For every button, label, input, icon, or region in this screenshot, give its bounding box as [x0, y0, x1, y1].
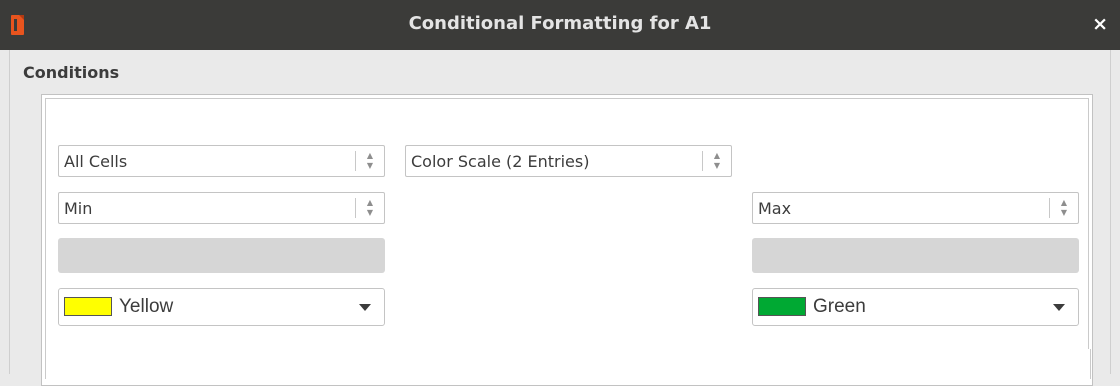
close-button[interactable]: × — [1092, 13, 1108, 35]
spin-separator — [355, 151, 356, 171]
color-swatch — [64, 297, 112, 316]
min-color-dropdown[interactable]: Yellow — [58, 288, 385, 326]
chevron-down-icon[interactable] — [359, 304, 371, 311]
window-border-left — [9, 50, 10, 374]
max-color-dropdown[interactable]: Green — [752, 288, 1079, 326]
window-title: Conditional Formatting for A1 — [408, 13, 712, 34]
format-type-select[interactable]: Color Scale (2 Entries) ▲ ▼ — [405, 145, 732, 177]
spin-separator — [702, 151, 703, 171]
min-color-name: Yellow — [119, 296, 174, 317]
range-select-value: All Cells — [64, 152, 128, 171]
conditions-heading: Conditions — [23, 63, 120, 82]
max-type-select[interactable]: Max ▲ ▼ — [752, 192, 1079, 224]
max-value-field — [752, 238, 1079, 273]
max-type-value: Max — [758, 199, 792, 218]
spin-separator — [1049, 198, 1050, 218]
window-border-right — [1110, 50, 1111, 374]
min-type-select[interactable]: Min ▲ ▼ — [58, 192, 385, 224]
spin-arrows-icon[interactable]: ▲ ▼ — [712, 151, 722, 171]
min-type-value: Min — [64, 199, 93, 218]
range-select[interactable]: All Cells ▲ ▼ — [58, 145, 385, 177]
spin-arrows-icon[interactable]: ▲ ▼ — [1059, 198, 1069, 218]
chevron-down-icon[interactable] — [1053, 304, 1065, 311]
condition-2-panel — [45, 349, 1091, 379]
format-type-value: Color Scale (2 Entries) — [411, 152, 590, 171]
color-swatch — [758, 297, 806, 316]
spin-separator — [355, 198, 356, 218]
max-color-name: Green — [813, 296, 866, 317]
title-bar: Conditional Formatting for A1 × — [0, 0, 1120, 50]
spin-arrows-icon[interactable]: ▲ ▼ — [365, 151, 375, 171]
spin-arrows-icon[interactable]: ▲ ▼ — [365, 198, 375, 218]
min-value-field — [58, 238, 385, 273]
